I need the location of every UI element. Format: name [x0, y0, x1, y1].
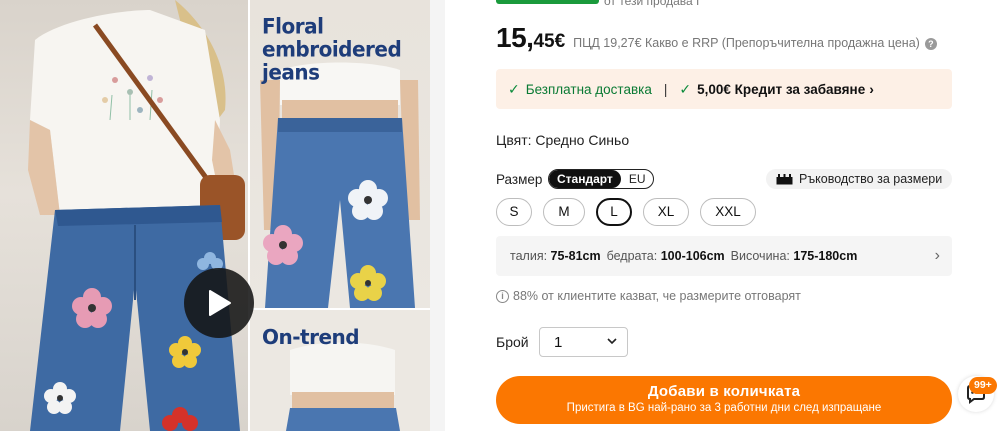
- size-system-standard[interactable]: Стандарт: [549, 170, 621, 188]
- quantity-select[interactable]: 1: [539, 327, 628, 357]
- add-to-cart-delivery-note: Пристига в BG най-рано за 3 работни дни …: [566, 402, 882, 414]
- free-shipping-label: Безплатна доставка: [525, 81, 652, 97]
- size-system-eu[interactable]: EU: [621, 170, 654, 188]
- size-measurements-row[interactable]: талия: 75-81cm бедрата: 100-106cm Височи…: [496, 236, 952, 276]
- price-integer: 15,: [496, 22, 534, 53]
- height-value: 175-180cm: [793, 249, 858, 263]
- credit-perk-link[interactable]: ✓ 5,00€ Кредит за забавяне ›: [679, 81, 874, 98]
- main-photo-illustration: [28, 0, 245, 431]
- add-to-cart-button[interactable]: Добави в количката Пристига в BG най-ран…: [496, 376, 952, 424]
- info-icon: i: [496, 289, 509, 303]
- hip-value: 100-106cm: [660, 249, 725, 263]
- product-panel: от тези продава I 15, 45€ ПЦД 19,27€ Как…: [496, 0, 956, 431]
- top-green-badge: [496, 0, 599, 4]
- gallery-divider: [430, 0, 445, 431]
- check-icon: ✓: [508, 80, 520, 97]
- fit-note-text: 88% от клиентите казват, че размерите от…: [513, 289, 801, 303]
- size-option-xl[interactable]: XL: [643, 198, 689, 226]
- perks-banner: ✓ Безплатна доставка | ✓ 5,00€ Кредит за…: [496, 69, 952, 109]
- color-label: Цвят: Средно Синьо: [496, 132, 630, 148]
- free-shipping-perk: ✓ Безплатна доставка: [508, 81, 652, 98]
- promo-title: Floral embroidered jeans: [262, 13, 402, 85]
- ruler-icon: [776, 173, 793, 184]
- quantity-label: Брой: [496, 334, 529, 350]
- check-icon: ✓: [679, 80, 692, 97]
- height-label: Височина:: [730, 249, 790, 263]
- top-sold-note: от тези продава I: [604, 0, 700, 8]
- rrp-note: ПЦД 19,27€ Какво е RRP (Препоръчителна п…: [573, 36, 920, 50]
- product-gallery: Floral embroidered jeans On-trend: [0, 0, 445, 431]
- promo-subtitle: On-trend: [262, 325, 360, 349]
- size-system-toggle: Стандарт EU: [548, 169, 655, 189]
- chevron-right-icon: ›: [869, 81, 874, 97]
- perk-separator: |: [663, 81, 668, 97]
- hip-label: бедрата:: [606, 249, 658, 263]
- chevron-right-icon: ›: [934, 247, 940, 264]
- size-guide-button[interactable]: Ръководство за размери: [766, 169, 953, 189]
- size-options: S M L XL XXL: [496, 198, 767, 226]
- size-option-m[interactable]: M: [543, 198, 585, 226]
- waist-label: талия:: [510, 249, 548, 263]
- video-play-button[interactable]: [184, 268, 254, 338]
- waist-value: 75-81cm: [550, 249, 601, 263]
- fit-note: i 88% от клиентите казват, че размерите …: [496, 289, 801, 303]
- chat-unread-badge: 99+: [969, 377, 997, 394]
- play-icon: [209, 290, 231, 316]
- price-decimal: 45€: [533, 31, 566, 52]
- size-option-xxl[interactable]: XXL: [700, 198, 756, 226]
- size-option-l[interactable]: L: [596, 198, 632, 226]
- price-row: 15, 45€ ПЦД 19,27€ Какво е RRP (Препоръч…: [496, 22, 937, 54]
- question-icon[interactable]: ?: [924, 38, 937, 50]
- size-label: Размер: [496, 172, 543, 187]
- product-main-photo[interactable]: [0, 0, 248, 431]
- add-to-cart-label: Добави в количката: [647, 383, 801, 400]
- credit-perk-label: 5,00€ Кредит за забавяне: [697, 81, 866, 97]
- size-guide-label: Ръководство за размери: [799, 172, 943, 186]
- quantity-value: 1: [554, 333, 563, 351]
- size-option-s[interactable]: S: [496, 198, 532, 226]
- chevron-down-icon: [607, 338, 617, 345]
